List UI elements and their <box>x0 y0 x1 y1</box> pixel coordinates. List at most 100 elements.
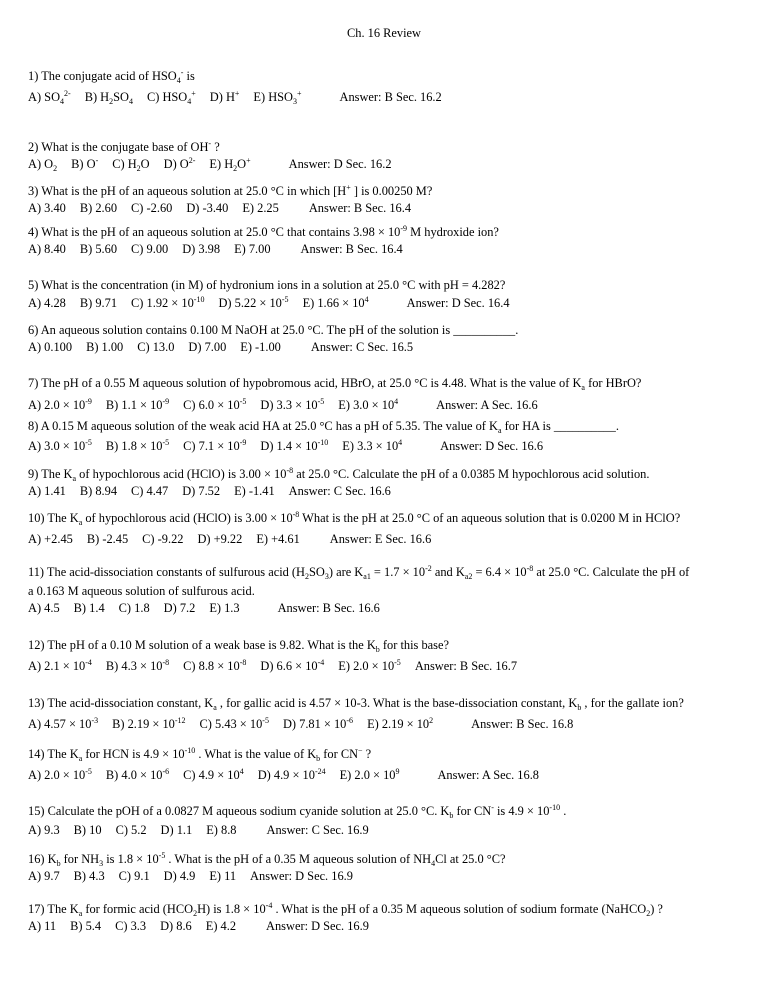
option-d: D) 6.6 × 10-4 <box>260 658 325 674</box>
option-b: B) H2SO4 <box>84 90 133 106</box>
answer-options: A) 3.40 B) 2.60 C) -2.60 D) -3.40 E) 2.25 Ans… <box>28 201 411 216</box>
option-d: D) 4.9 <box>163 869 196 883</box>
question-stem: 5) What is the concentration (in M) of h… <box>28 278 506 292</box>
option-e: E) -1.41 <box>234 484 275 498</box>
question-stem: a 0.163 M aqueous solution of sulfurous … <box>28 584 255 598</box>
option-b: B) 8.94 <box>79 484 118 498</box>
question-stem: 16) Kb for NH3 is 1.8 × 10-5 . What is t… <box>28 851 506 868</box>
option-a: A) 8.40 <box>28 242 66 256</box>
answer-key: Answer: B Sec. 16.8 <box>471 717 574 731</box>
option-a: A) 4.5 <box>28 601 60 615</box>
question-stem: 9) The Ka of hypochlorous acid (HClO) is… <box>28 466 650 483</box>
answer-options: A) 2.0 × 10-9 B) 1.1 × 10-9 C) 6.0 × 10-5 D… <box>28 398 538 413</box>
answer-options: A) O2 B) O- C) H2O D) O2- E) H2O+ Answer: D S… <box>28 156 392 173</box>
option-b: B) 1.8 × 10-5 <box>105 438 170 454</box>
answer-key: Answer: B Sec. 16.6 <box>277 601 380 615</box>
option-d: D) 3.98 <box>182 242 221 256</box>
answer-options: A) 0.100 B) 1.00 C) 13.0 D) 7.00 E) -1.00 Ans… <box>28 340 413 355</box>
option-e: E) 8.8 <box>206 823 237 837</box>
option-a: A) 9.3 <box>28 823 60 837</box>
answer-options: A) 11 B) 5.4 C) 3.3 D) 8.6 E) 4.2 Answer: D S… <box>28 919 369 934</box>
option-a: A) 0.100 <box>28 340 73 354</box>
question-stem: 14) The Ka for HCN is 4.9 × 10-10 . What… <box>28 746 372 763</box>
option-a: A) 3.0 × 10-5 <box>28 438 92 454</box>
question-stem: 8) A 0.15 M aqueous solution of the weak… <box>28 419 619 435</box>
option-a: A) 9.7 <box>28 869 60 883</box>
option-d: D) 1.1 <box>160 823 193 837</box>
option-d: D) 1.4 × 10-10 <box>260 438 329 454</box>
option-d: D) 5.22 × 10-5 <box>218 295 289 311</box>
option-b: B) 1.00 <box>86 340 124 354</box>
option-c: C) 1.92 × 10-10 <box>131 295 205 311</box>
answer-key: Answer: B Sec. 16.4 <box>300 242 403 256</box>
option-e: E) +4.61 <box>256 532 300 546</box>
option-a: A) 11 <box>28 919 57 933</box>
answer-key: Answer: C Sec. 16.6 <box>288 484 391 498</box>
question-stem: 17) The Ka for formic acid (HCO2H) is 1.… <box>28 901 663 918</box>
option-b: B) -2.45 <box>86 532 129 546</box>
option-a: A) 3.40 <box>28 201 66 215</box>
option-d: D) 7.81 × 10-6 <box>282 716 354 732</box>
option-d: D) 4.9 × 10-24 <box>257 767 326 783</box>
answer-options: A) SO42- B) H2SO4 C) HSO4+ D) H+ E) HSO3+ Ans… <box>28 89 442 106</box>
answer-key: Answer: D Sec. 16.9 <box>266 919 369 933</box>
option-c: C) 5.2 <box>115 823 147 837</box>
option-b: B) O- <box>71 156 99 172</box>
option-e: E) 2.0 × 109 <box>339 767 400 783</box>
option-c: C) 9.1 <box>118 869 150 883</box>
option-a: A) +2.45 <box>28 532 73 546</box>
option-d: D) O2- <box>163 156 196 172</box>
option-b: B) 2.60 <box>79 201 118 215</box>
option-c: C) -9.22 <box>142 532 184 546</box>
option-d: D) 7.2 <box>163 601 196 615</box>
option-e: E) H2O+ <box>209 156 251 173</box>
option-e: E) 2.19 × 102 <box>367 716 434 732</box>
option-c: C) 3.3 <box>115 919 147 933</box>
answer-options: A) 2.1 × 10-4 B) 4.3 × 10-8 C) 8.8 × 10-8 D… <box>28 659 517 674</box>
option-b: B) 5.4 <box>70 919 102 933</box>
option-a: A) 4.28 <box>28 296 66 310</box>
answer-options: A) 4.5 B) 1.4 C) 1.8 D) 7.2 E) 1.3 Answer: B … <box>28 601 380 616</box>
answer-key: Answer: A Sec. 16.6 <box>436 398 538 412</box>
option-b: B) 10 <box>73 823 102 837</box>
option-a: A) 1.41 <box>28 484 66 498</box>
option-e: E) HSO3+ <box>253 89 302 106</box>
option-b: B) 1.4 <box>73 601 105 615</box>
option-c: C) 8.8 × 10-8 <box>183 658 247 674</box>
question-stem: 12) The pH of a 0.10 M solution of a wea… <box>28 638 449 654</box>
option-c: C) 9.00 <box>131 242 169 256</box>
option-c: C) 7.1 × 10-9 <box>183 438 247 454</box>
option-b: B) 2.19 × 10-12 <box>112 716 186 732</box>
option-c: C) -2.60 <box>131 201 173 215</box>
option-a: A) SO42- <box>28 89 71 106</box>
page-title: Ch. 16 Review <box>347 26 421 40</box>
answer-options: A) 2.0 × 10-5 B) 4.0 × 10-6 C) 4.9 × 104 D)… <box>28 768 539 783</box>
answer-key: Answer: E Sec. 16.6 <box>329 532 432 546</box>
option-a: A) 2.0 × 10-5 <box>28 767 92 783</box>
question-stem: 2) What is the conjugate base of OH- ? <box>28 139 220 155</box>
option-e: E) 1.66 × 104 <box>302 295 369 311</box>
question-stem: 3) What is the pH of an aqueous solution… <box>28 183 433 199</box>
option-d: D) +9.22 <box>197 532 243 546</box>
question-stem: 13) The acid-dissociation constant, Ka ,… <box>28 696 684 712</box>
option-c: C) 5.43 × 10-5 <box>199 716 269 732</box>
answer-key: Answer: B Sec. 16.7 <box>414 659 518 673</box>
option-e: E) 7.00 <box>234 242 271 256</box>
answer-options: A) 4.57 × 10-3 B) 2.19 × 10-12 C) 5.43 × 1… <box>28 717 573 732</box>
option-c: C) 13.0 <box>137 340 175 354</box>
option-b: B) 1.1 × 10-9 <box>105 397 170 413</box>
answer-options: A) 1.41 B) 8.94 C) 4.47 D) 7.52 E) -1.41 Answ… <box>28 484 391 499</box>
option-e: E) 1.3 <box>209 601 240 615</box>
option-c: C) HSO4+ <box>146 89 196 106</box>
option-d: D) 7.00 <box>188 340 227 354</box>
option-d: D) 3.3 × 10-5 <box>260 397 325 413</box>
option-c: C) 1.8 <box>118 601 150 615</box>
option-a: A) 4.57 × 10-3 <box>28 716 99 732</box>
question-stem: 4) What is the pH of an aqueous solution… <box>28 224 499 240</box>
question-stem: 6) An aqueous solution contains 0.100 M … <box>28 323 519 337</box>
answer-key: Answer: D Sec. 16.6 <box>440 439 544 453</box>
answer-key: Answer: D Sec. 16.9 <box>250 869 353 883</box>
option-e: E) 11 <box>209 869 237 883</box>
option-a: A) 2.1 × 10-4 <box>28 658 92 674</box>
option-d: D) 7.52 <box>182 484 221 498</box>
